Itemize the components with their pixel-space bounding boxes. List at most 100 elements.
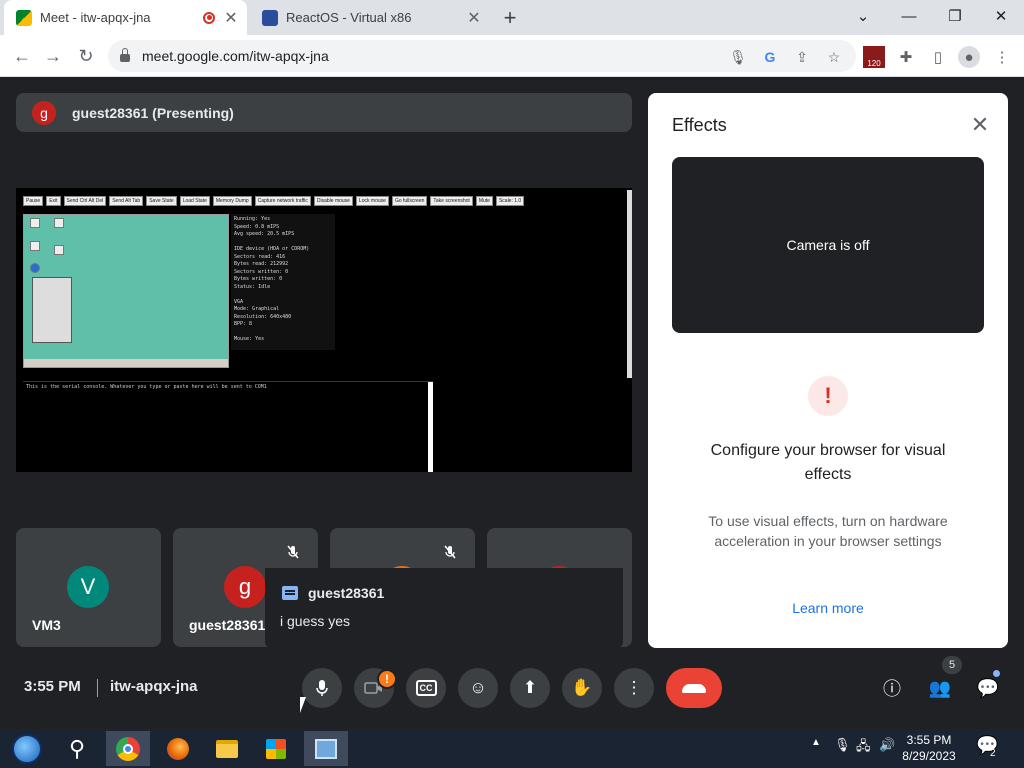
- vm-serial-console[interactable]: This is the serial console. Whatever you…: [23, 381, 433, 472]
- vm-taskbar: [24, 359, 228, 367]
- close-window-button[interactable]: ✕: [978, 0, 1024, 32]
- mouse-cursor-icon: [300, 697, 306, 713]
- captions-button[interactable]: CC: [406, 668, 446, 708]
- chat-sender: guest28361: [308, 585, 385, 601]
- close-panel-icon[interactable]: ✕: [968, 113, 992, 137]
- vm-control-button[interactable]: Scale: 1.0: [495, 196, 525, 206]
- vm-control-button[interactable]: Exit: [46, 196, 61, 206]
- meeting-code: itw-apqx-jna: [110, 678, 198, 695]
- chat-icon[interactable]: 💬: [975, 676, 1001, 700]
- recording-icon: [203, 11, 215, 24]
- new-tab-button[interactable]: +: [496, 0, 524, 35]
- leave-call-button[interactable]: [666, 668, 722, 708]
- participant-tile[interactable]: V VM3: [16, 528, 161, 647]
- menu-kebab-icon[interactable]: ⋮: [991, 46, 1013, 68]
- divider: [97, 679, 98, 697]
- bookmark-star-icon[interactable]: ☆: [824, 47, 844, 67]
- firefox-icon: [167, 737, 189, 760]
- tab-meet-close-icon[interactable]: ✕: [221, 8, 241, 28]
- tray-overflow-icon[interactable]: ▲: [811, 737, 821, 748]
- back-icon[interactable]: ←: [7, 41, 37, 71]
- mic-muted-icon: [283, 542, 303, 562]
- people-icon[interactable]: 👥: [927, 676, 953, 700]
- emoji-button[interactable]: ☺: [458, 668, 498, 708]
- side-panel-icon[interactable]: ▯: [927, 46, 949, 68]
- url-text: meet.google.com/itw-apqx-jna: [142, 48, 329, 64]
- start-button[interactable]: [5, 731, 49, 766]
- taskbar-clock[interactable]: 3:55 PM 8/29/2023: [898, 732, 960, 764]
- forward-icon[interactable]: →: [38, 41, 68, 71]
- reactos-favicon-icon: [262, 9, 278, 26]
- vm-control-button[interactable]: Pause: [23, 196, 44, 206]
- browser-toolbar: ← → ↻ meet.google.com/itw-apqx-jna 🎙 G ⇪…: [0, 35, 1024, 77]
- reload-icon[interactable]: ↻: [71, 41, 101, 71]
- tab-reactos-title: ReactOS - Virtual x86: [286, 10, 412, 25]
- stage-scrollbar[interactable]: [627, 190, 632, 378]
- folder-icon: [216, 739, 238, 758]
- console-scrollbar[interactable]: [428, 382, 433, 472]
- presenter-bar: g guest28361 (Presenting): [16, 93, 632, 132]
- raise-hand-button[interactable]: ✋: [562, 668, 602, 708]
- taskbar-time: 3:55 PM: [906, 733, 952, 747]
- volume-icon[interactable]: 🔊: [879, 737, 895, 753]
- console-text: This is the serial console. Whatever you…: [26, 384, 267, 390]
- vm-control-button[interactable]: Take screenshot: [430, 196, 473, 206]
- learn-more-link[interactable]: Learn more: [648, 600, 1008, 616]
- microphone-icon[interactable]: 🎙: [728, 47, 748, 67]
- firefox-taskbar-button[interactable]: [156, 731, 200, 766]
- participant-avatar: V: [67, 566, 109, 608]
- tab-reactos-close-icon[interactable]: ✕: [464, 8, 484, 28]
- search-icon[interactable]: ⚲: [55, 731, 99, 766]
- minimize-button[interactable]: —: [886, 0, 932, 32]
- config-description: To use visual effects, turn on hardware …: [708, 513, 948, 549]
- vm-control-button[interactable]: Mute: [475, 196, 493, 206]
- tab-meet[interactable]: Meet - itw-apqx-jna ✕: [4, 0, 247, 35]
- vm-control-button[interactable]: Disable mouse: [313, 196, 353, 206]
- profile-icon[interactable]: ●: [958, 46, 980, 68]
- presenter-avatar: g: [32, 100, 56, 125]
- chat-message: i guess yes: [280, 613, 351, 629]
- vm-control-button[interactable]: Memory Dump: [212, 196, 252, 206]
- microphone-button[interactable]: [302, 668, 342, 708]
- store-taskbar-button[interactable]: [254, 731, 298, 766]
- vm-stats: Running: Yes Speed: 0.8 mIPS Avg speed: …: [231, 214, 335, 350]
- extension-badge-icon[interactable]: 120: [863, 46, 885, 68]
- meet-favicon-icon: [16, 9, 32, 26]
- chat-notification[interactable]: guest28361 i guess yes: [265, 568, 623, 648]
- tab-reactos[interactable]: ReactOS - Virtual x86 ✕: [250, 0, 490, 35]
- meeting-info-icon[interactable]: ⓘ: [879, 676, 905, 700]
- more-options-button[interactable]: ⋮: [614, 668, 654, 708]
- network-icon[interactable]: 🖧: [856, 737, 871, 759]
- vm-control-button[interactable]: Lock mouse: [355, 196, 389, 206]
- restore-button[interactable]: ❐: [932, 0, 978, 32]
- extensions-puzzle-icon[interactable]: ✚: [895, 46, 917, 68]
- tray-microphone-icon[interactable]: 🎙: [834, 737, 851, 753]
- vm-control-button[interactable]: Send Alt Tab: [109, 196, 144, 206]
- mic-muted-icon: [440, 542, 460, 562]
- participant-name: VM3: [32, 617, 61, 633]
- desktop-icon: [30, 241, 40, 251]
- app-taskbar-button[interactable]: [304, 731, 348, 766]
- more-vert-icon: ⋮: [625, 678, 643, 697]
- meeting-time: 3:55 PM: [24, 678, 81, 695]
- tab-search-icon[interactable]: ⌄: [840, 0, 886, 32]
- camera-preview: Camera is off: [672, 157, 984, 333]
- vm-control-button[interactable]: Send Ctrl Alt Del: [63, 196, 107, 206]
- config-heading: Configure your browser for visual effect…: [710, 442, 946, 483]
- vm-control-button[interactable]: Save State: [146, 196, 177, 206]
- present-button[interactable]: ⬆: [510, 668, 550, 708]
- chrome-taskbar-button[interactable]: [106, 731, 150, 766]
- notification-count: 2: [990, 748, 996, 759]
- emoji-icon: ☺: [469, 678, 487, 697]
- share-icon[interactable]: ⇪: [792, 47, 812, 67]
- google-icon[interactable]: G: [760, 47, 780, 67]
- address-bar[interactable]: meet.google.com/itw-apqx-jna 🎙 G ⇪ ☆: [108, 40, 856, 72]
- vm-control-button[interactable]: Load State: [179, 196, 210, 206]
- shared-screen: Pause Exit Send Ctrl Alt Del Send Alt Tab Sa…: [16, 188, 632, 472]
- chat-message-icon: [282, 586, 298, 600]
- vm-control-button[interactable]: Go fullscreen: [391, 196, 428, 206]
- vm-control-button[interactable]: Capture network traffic: [254, 196, 311, 206]
- alert-icon: !: [808, 376, 848, 416]
- desktop-icon: [54, 245, 64, 255]
- file-explorer-taskbar-button[interactable]: [205, 731, 249, 766]
